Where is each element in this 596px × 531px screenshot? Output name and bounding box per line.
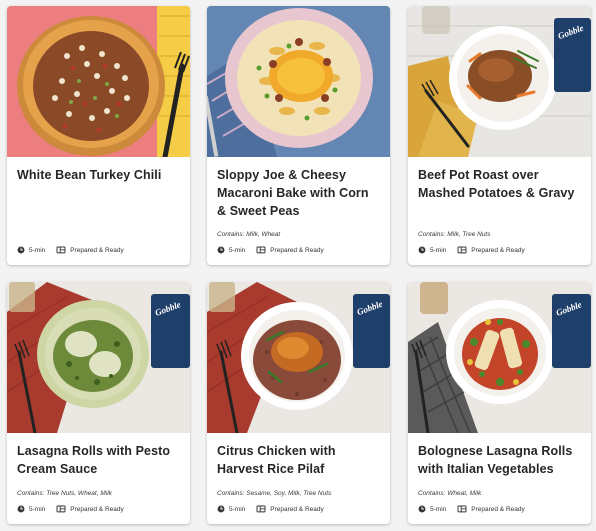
prep-status: Prepared & Ready [70, 246, 124, 254]
recipe-card-citrus-chicken[interactable]: Gobble Citrus Chicken with Harvest Rice … [207, 282, 390, 524]
prep-time: 5-min [229, 505, 246, 513]
citrus-chicken-plate-photo[interactable]: Gobble [207, 282, 390, 433]
meal-tray-icon [256, 246, 266, 254]
clock-icon [418, 505, 426, 513]
recipe-card-sloppy-joe-macaroni[interactable]: Sloppy Joe & Cheesy Macaroni Bake with C… [207, 6, 390, 265]
clock-icon [418, 246, 426, 254]
prep-status: Prepared & Ready [70, 505, 124, 513]
recipe-card-bolognese-lasagna[interactable]: Gobble Bolognese Lasagna Rolls with Ital… [408, 282, 591, 524]
allergen-info: Contains: Wheat, Milk [418, 490, 482, 497]
meal-tray-icon [457, 246, 467, 254]
lasagna-pesto-plate-photo[interactable]: Gobble [7, 282, 190, 433]
prep-time: 5-min [229, 246, 246, 254]
recipe-title[interactable]: White Bean Turkey Chili [17, 166, 180, 184]
prep-time: 5-min [29, 246, 46, 254]
prep-time: 5-min [430, 505, 447, 513]
recipe-meta: 5-min Prepared & Ready [217, 245, 380, 255]
recipe-title[interactable]: Bolognese Lasagna Rolls with Italian Veg… [418, 442, 581, 478]
recipe-meta: 5-min Prepared & Ready [418, 245, 581, 255]
recipe-meta: 5-min Prepared & Ready [418, 504, 581, 514]
macaroni-plate-photo[interactable] [207, 6, 390, 157]
bolognese-plate-photo[interactable]: Gobble [408, 282, 591, 433]
prep-time: 5-min [29, 505, 46, 513]
prep-time: 5-min [430, 246, 447, 254]
recipe-title[interactable]: Sloppy Joe & Cheesy Macaroni Bake with C… [217, 166, 380, 220]
recipe-title[interactable]: Citrus Chicken with Harvest Rice Pilaf [217, 442, 380, 478]
clock-icon [17, 505, 25, 513]
meal-tray-icon [256, 505, 266, 513]
prep-status: Prepared & Ready [270, 505, 324, 513]
recipe-card-white-bean-turkey-chili[interactable]: White Bean Turkey Chili 5-min Prepared &… [7, 6, 190, 265]
meal-tray-icon [56, 246, 66, 254]
recipe-meta: 5-min Prepared & Ready [17, 245, 180, 255]
prep-status: Prepared & Ready [471, 246, 525, 254]
allergen-info: Contains: Milk, Wheat [217, 231, 281, 238]
clock-icon [17, 246, 25, 254]
allergen-info: Contains: Milk, Tree Nuts [418, 231, 491, 238]
prep-status: Prepared & Ready [270, 246, 324, 254]
recipe-meta: 5-min Prepared & Ready [17, 504, 180, 514]
pot-roast-plate-photo[interactable]: Gobble [408, 6, 591, 157]
recipe-meta: 5-min Prepared & Ready [217, 504, 380, 514]
prep-status: Prepared & Ready [471, 505, 525, 513]
allergen-info: Contains: Tree Nuts, Wheat, Milk [17, 490, 112, 497]
chili-bowl-photo[interactable] [7, 6, 190, 157]
recipe-title[interactable]: Beef Pot Roast over Mashed Potatoes & Gr… [418, 166, 581, 202]
clock-icon [217, 505, 225, 513]
clock-icon [217, 246, 225, 254]
recipe-title[interactable]: Lasagna Rolls with Pesto Cream Sauce [17, 442, 180, 478]
meal-tray-icon [56, 505, 66, 513]
allergen-info: Contains: Sesame, Soy, Milk, Tree Nuts [217, 490, 332, 497]
meal-tray-icon [457, 505, 467, 513]
recipe-card-lasagna-pesto[interactable]: Gobble Lasagna Rolls with Pesto Cream Sa… [7, 282, 190, 524]
recipe-card-beef-pot-roast[interactable]: Gobble Beef Pot Roast over Mashed Potato… [408, 6, 591, 265]
